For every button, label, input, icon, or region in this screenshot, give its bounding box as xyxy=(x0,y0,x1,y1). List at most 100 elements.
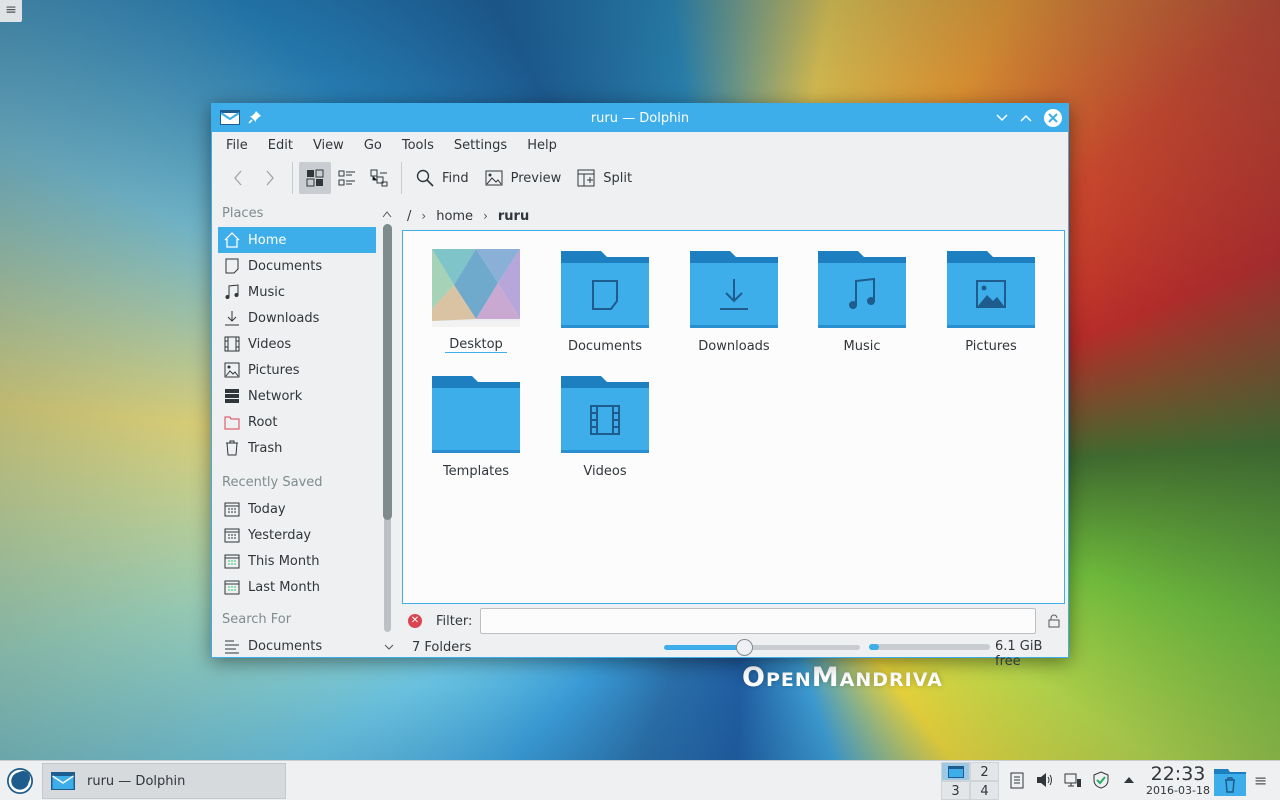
menu-edit[interactable]: Edit xyxy=(258,138,303,153)
desktop-4[interactable]: 4 xyxy=(970,781,999,800)
close-icon xyxy=(1048,113,1058,123)
pin-icon[interactable] xyxy=(248,110,262,124)
disk-space-bar xyxy=(869,644,990,650)
sidebar-item-pictures[interactable]: Pictures xyxy=(218,357,376,383)
sidebar-item-label: This Month xyxy=(248,553,320,569)
folder-count: 7 Folders xyxy=(412,639,472,655)
forward-button[interactable] xyxy=(254,162,286,194)
menu-bar: File Edit View Go Tools Settings Help xyxy=(212,132,1068,159)
music-icon xyxy=(224,284,240,300)
sidebar-scrollbar[interactable] xyxy=(382,208,392,646)
folder-music-icon xyxy=(818,251,906,328)
picture-icon xyxy=(224,362,240,378)
sidebar-item-label: Today xyxy=(248,501,286,517)
sidebar-item-label: Root xyxy=(248,414,278,430)
breadcrumb-current[interactable]: ruru xyxy=(498,209,529,224)
menu-file[interactable]: File xyxy=(216,138,258,153)
file-item-pictures[interactable]: Pictures xyxy=(936,249,1046,354)
trash-folder-icon[interactable] xyxy=(1214,766,1246,796)
title-bar[interactable]: ruru — Dolphin xyxy=(212,104,1068,132)
file-label: Templates xyxy=(442,464,510,479)
digital-clock[interactable]: 22:33 2016-03-18 xyxy=(1146,764,1210,797)
close-filter-icon[interactable]: ✕ xyxy=(408,614,422,628)
sidebar-item-videos[interactable]: Videos xyxy=(218,331,376,357)
clipboard-icon[interactable] xyxy=(1008,770,1026,790)
scrollbar-thumb[interactable] xyxy=(383,224,392,520)
sidebar-item-today[interactable]: Today xyxy=(218,496,376,522)
dolphin-window: ruru — Dolphin File Edit View Go Tools S… xyxy=(211,103,1069,669)
recent-heading: Recently Saved xyxy=(222,475,323,490)
desktop-2[interactable]: 2 xyxy=(970,762,999,781)
menu-settings[interactable]: Settings xyxy=(444,138,517,153)
security-shield-icon[interactable] xyxy=(1092,770,1110,790)
text-lines-icon xyxy=(224,638,240,654)
file-item-documents[interactable]: Documents xyxy=(550,249,660,354)
back-button[interactable] xyxy=(222,162,254,194)
sidebar-item-label: Network xyxy=(248,388,303,404)
filter-input[interactable] xyxy=(480,608,1037,634)
preview-button[interactable]: Preview xyxy=(477,162,570,194)
sidebar-item-home[interactable]: Home xyxy=(218,227,376,253)
file-item-music[interactable]: Music xyxy=(807,249,917,354)
task-dolphin[interactable]: ruru — Dolphin xyxy=(42,763,286,799)
application-launcher-icon[interactable] xyxy=(5,766,35,796)
details-view-button[interactable] xyxy=(363,162,395,194)
find-button[interactable]: Find xyxy=(408,162,477,194)
sidebar-item-label: Documents xyxy=(248,258,323,274)
sidebar-item-root[interactable]: Root xyxy=(218,409,376,435)
file-item-templates[interactable]: Templates xyxy=(421,374,531,479)
breadcrumb-chevron-icon: › xyxy=(421,209,427,223)
compact-view-icon xyxy=(338,170,355,186)
details-view-icon xyxy=(370,169,388,187)
volume-icon[interactable] xyxy=(1036,770,1054,790)
sidebar-item-downloads[interactable]: Downloads xyxy=(218,305,376,331)
desktop-wallpaper-thumbnail xyxy=(432,249,520,327)
chevron-up-icon xyxy=(1020,114,1032,122)
sidebar-item-last-month[interactable]: Last Month xyxy=(218,574,376,600)
panel-menu-icon[interactable]: ≡ xyxy=(1254,771,1272,791)
network-status-icon[interactable] xyxy=(1064,770,1082,790)
sidebar-item-label: Documents xyxy=(248,638,323,654)
menu-view[interactable]: View xyxy=(303,138,354,153)
sidebar-item-trash[interactable]: Trash xyxy=(218,435,376,461)
menu-tools[interactable]: Tools xyxy=(392,138,444,153)
sidebar-item-this-month[interactable]: This Month xyxy=(218,548,376,574)
sidebar-item-yesterday[interactable]: Yesterday xyxy=(218,522,376,548)
desktop-1[interactable] xyxy=(941,762,970,781)
sidebar-item-network[interactable]: Network xyxy=(218,383,376,409)
dolphin-folder-icon xyxy=(51,772,75,790)
minimize-button[interactable] xyxy=(992,108,1012,128)
file-item-downloads[interactable]: Downloads xyxy=(679,249,789,354)
zoom-slider-handle[interactable] xyxy=(736,639,753,656)
sidebar-item-search-documents[interactable]: Documents xyxy=(218,633,376,657)
breadcrumb-chevron-icon: › xyxy=(483,209,488,223)
dolphin-folder-icon[interactable] xyxy=(220,109,240,126)
icons-view-button[interactable] xyxy=(299,162,331,194)
chevron-down-icon[interactable] xyxy=(384,643,394,651)
toolbar-separator xyxy=(401,162,402,194)
file-view[interactable]: Desktop Documents Downloads Music Pictur… xyxy=(402,230,1065,604)
trash-icon xyxy=(224,440,240,456)
calendar-icon xyxy=(224,501,240,517)
video-icon xyxy=(224,336,240,352)
close-button[interactable] xyxy=(1044,109,1062,127)
folder-downloads-icon xyxy=(690,251,778,328)
menu-help[interactable]: Help xyxy=(517,138,567,153)
file-item-desktop[interactable]: Desktop xyxy=(421,249,531,353)
zoom-slider-track xyxy=(744,645,860,650)
zoom-slider[interactable] xyxy=(664,639,860,656)
sidebar-item-music[interactable]: Music xyxy=(218,279,376,305)
sidebar-item-documents[interactable]: Documents xyxy=(218,253,376,279)
maximize-button[interactable] xyxy=(1016,108,1036,128)
desktop-menu-icon[interactable]: ≡ xyxy=(0,0,22,22)
lock-icon[interactable] xyxy=(1048,614,1060,628)
breadcrumb-home[interactable]: home xyxy=(436,209,473,224)
tray-expand-icon[interactable] xyxy=(1120,770,1138,790)
split-button[interactable]: Split xyxy=(569,162,640,194)
menu-go[interactable]: Go xyxy=(354,138,392,153)
compact-view-button[interactable] xyxy=(331,162,363,194)
breadcrumb-root[interactable]: / xyxy=(407,209,411,224)
file-item-videos[interactable]: Videos xyxy=(550,374,660,479)
free-space-text: 6.1 GiB free xyxy=(995,639,1043,669)
desktop-3[interactable]: 3 xyxy=(941,781,970,800)
